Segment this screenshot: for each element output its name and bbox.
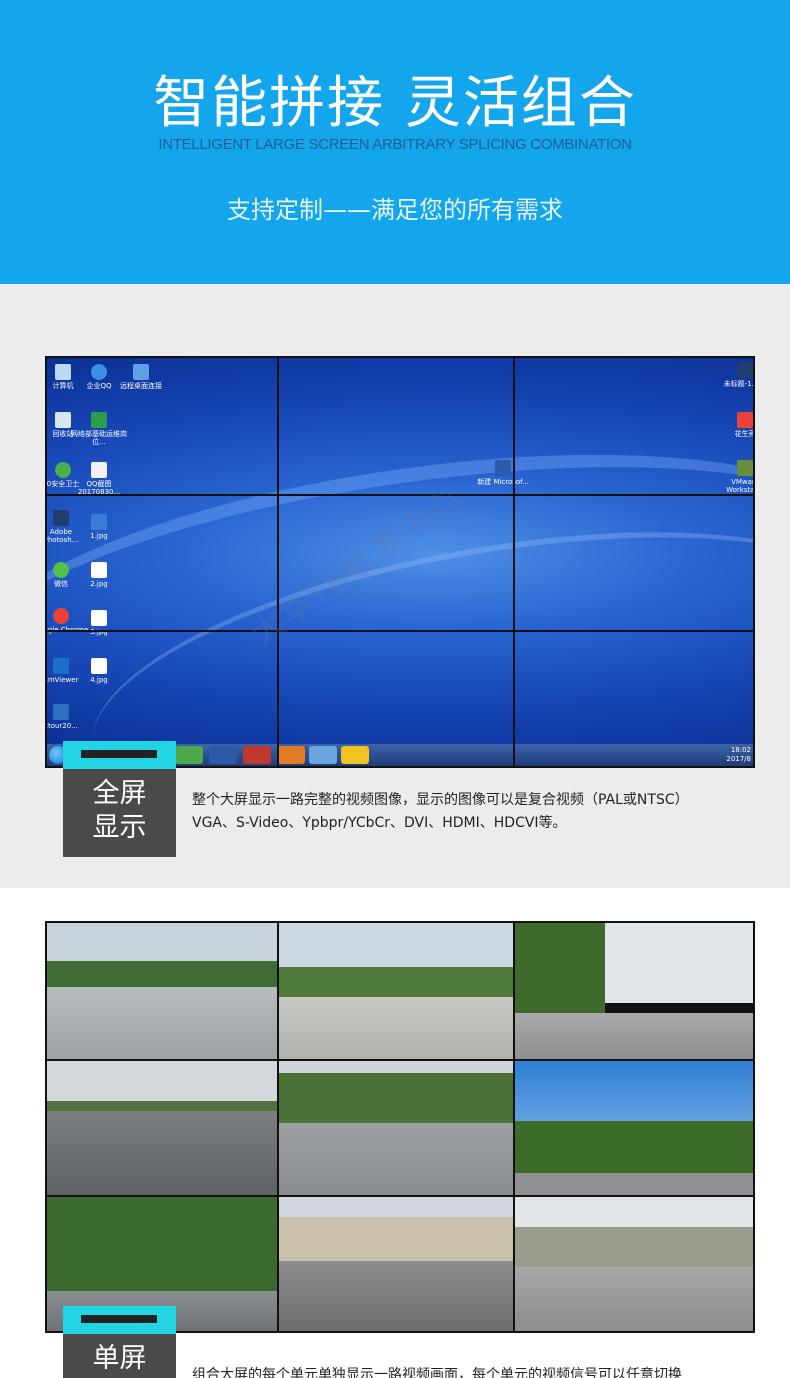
video-feed bbox=[515, 923, 753, 1059]
system-clock[interactable]: 18:02 2017/8 bbox=[726, 746, 751, 764]
hero-tagline: 支持定制——满足您的所有需求 bbox=[227, 196, 563, 224]
hero-subtitle: INTELLIGENT LARGE SCREEN ARBITRARY SPLIC… bbox=[158, 136, 632, 153]
badge-line1: 全屏 bbox=[92, 778, 147, 809]
word-document-icon[interactable]: 新建 Microsof... bbox=[475, 460, 531, 486]
video-feed bbox=[279, 923, 513, 1059]
image-file-icon[interactable]: 2.jpg bbox=[71, 562, 127, 588]
excel-file-icon[interactable]: 网络部基础运维岗位... bbox=[71, 412, 127, 446]
video-feed bbox=[279, 1197, 513, 1331]
video-feed bbox=[47, 923, 277, 1059]
remote-desktop-icon[interactable]: 远程桌面连接 bbox=[113, 364, 169, 390]
video-feed bbox=[515, 1061, 753, 1195]
video-feed bbox=[515, 1197, 753, 1331]
video-feed-grid bbox=[47, 923, 753, 1331]
image-file-icon[interactable]: 1.jpg bbox=[71, 514, 127, 540]
excel-taskbar-icon[interactable] bbox=[175, 746, 203, 764]
image-file-icon[interactable]: 3.jpg bbox=[71, 610, 127, 636]
single-screen-description: 组合大屏的每个单元单独显示一路视频画面，每个单元的视频信号可以任意切换 bbox=[192, 1367, 682, 1378]
app-taskbar-icon[interactable] bbox=[277, 746, 305, 764]
wechat-taskbar-icon[interactable] bbox=[341, 746, 369, 764]
image-file-icon[interactable]: 4.jpg bbox=[71, 658, 127, 684]
hero-banner: 智能拼接 灵活组合 INTELLIGENT LARGE SCREEN ARBIT… bbox=[0, 0, 790, 284]
qq-screenshot-icon[interactable]: QQ截图20170830... bbox=[71, 462, 127, 496]
video-feed bbox=[47, 1061, 277, 1195]
fullscreen-description: 整个大屏显示一路完整的视频图像，显示的图像可以是复合视频（PAL或NTSC） V… bbox=[192, 792, 689, 831]
word-taskbar-icon[interactable] bbox=[209, 746, 237, 764]
badge-line1: 单屏 bbox=[92, 1343, 147, 1374]
hero-title: 智能拼接 灵活组合 bbox=[153, 71, 637, 136]
fullscreen-badge: 全屏 显示 bbox=[63, 741, 176, 857]
video-feed bbox=[279, 1061, 513, 1195]
peanut-shell-icon[interactable]: 花生壳 bbox=[717, 412, 753, 438]
picture-icon[interactable]: ctour20... bbox=[47, 704, 89, 730]
video-wall-single bbox=[45, 921, 755, 1333]
single-screen-badge: 单屏 bbox=[63, 1306, 176, 1378]
explorer-taskbar-icon[interactable] bbox=[309, 746, 337, 764]
media-taskbar-icon[interactable] bbox=[243, 746, 271, 764]
vmware-icon[interactable]: VMware Workstat... bbox=[717, 460, 753, 494]
psd-file-icon[interactable]: 未标题-1.psd bbox=[717, 362, 753, 388]
badge-line2: 显示 bbox=[92, 812, 147, 843]
